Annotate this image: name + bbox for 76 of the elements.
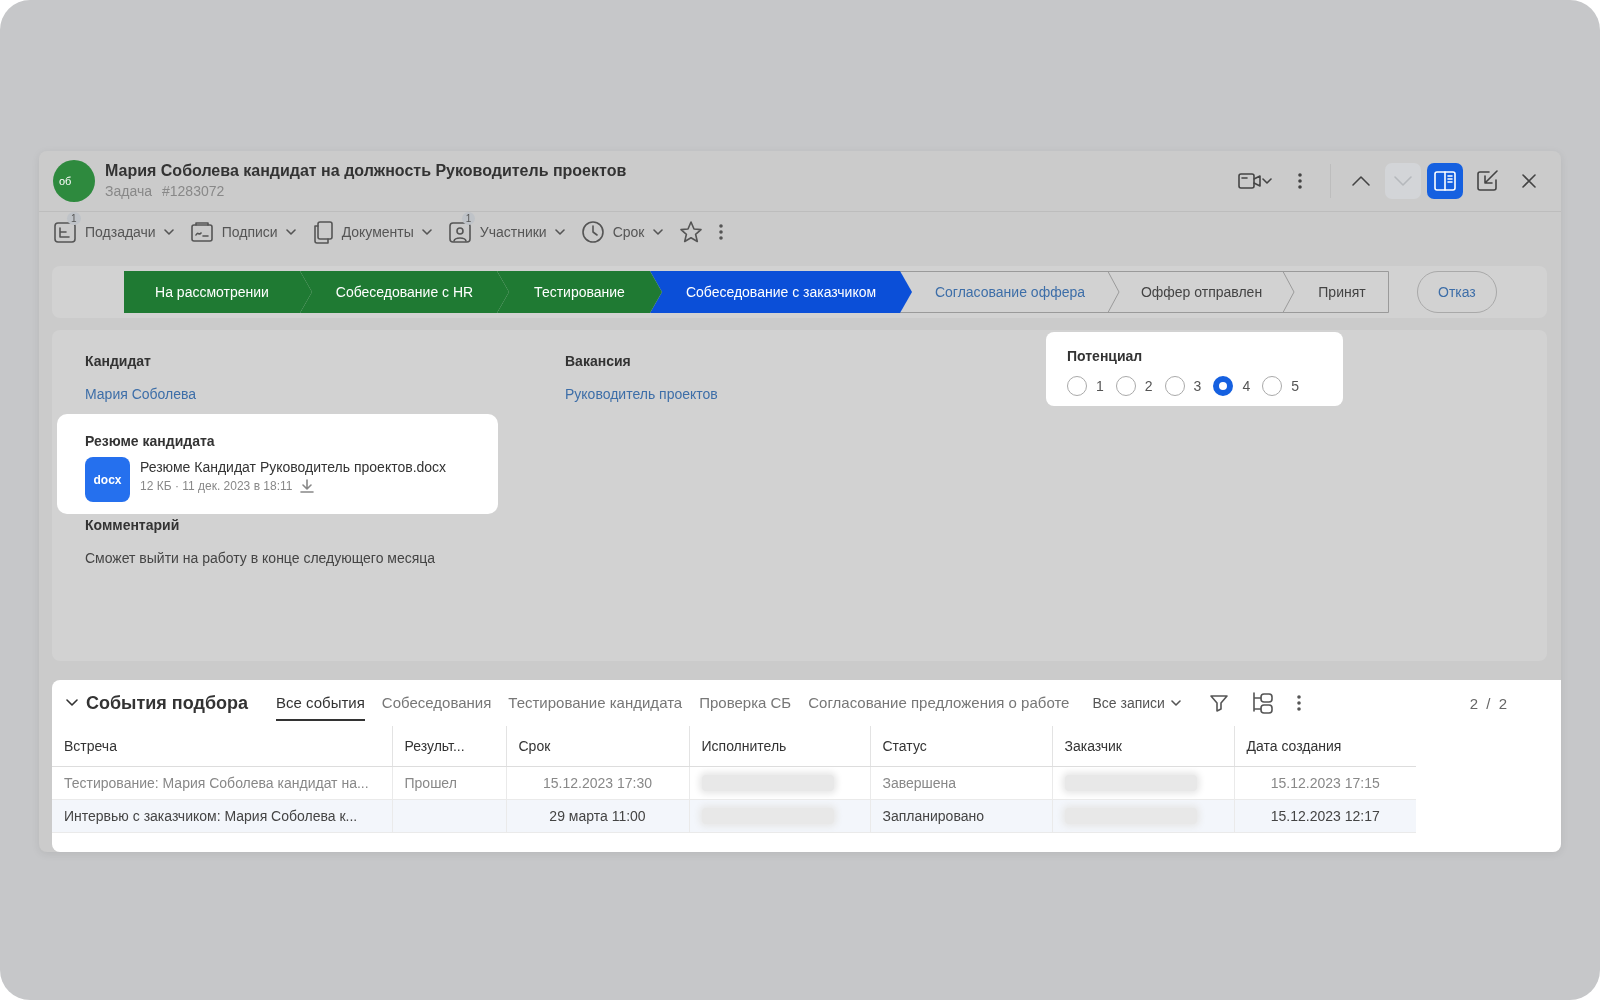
deadline-menu-button[interactable]: Срок [580, 212, 663, 244]
stage-step[interactable]: Оффер отправлен [1108, 271, 1283, 313]
stage-step[interactable]: Согласование оффера [900, 271, 1108, 313]
table-cell: 15.12.2023 17:15 [1234, 766, 1416, 800]
side-panel-icon [1433, 170, 1457, 192]
column-header[interactable]: Исполнитель [689, 726, 870, 767]
participants-menu-button[interactable]: 1 Участники [447, 212, 565, 244]
more-icon [718, 223, 723, 241]
count-badge: 1 [67, 212, 81, 225]
tab[interactable]: Проверка СБ [699, 685, 792, 721]
filter-button[interactable] [1208, 693, 1229, 713]
caret-icon [1262, 178, 1272, 184]
caret-icon [421, 229, 432, 235]
more-icon [1298, 172, 1302, 190]
subtasks-icon [53, 220, 77, 244]
chevron-up-icon [1351, 175, 1371, 187]
stage-step[interactable]: Принят [1283, 271, 1389, 313]
star-icon [678, 220, 703, 244]
caret-icon [285, 229, 296, 235]
column-header[interactable]: Встреча [52, 726, 392, 767]
field-label: Вакансия [565, 352, 632, 371]
signature-icon [189, 220, 214, 244]
vacancy-link[interactable]: Руководитель проектов [565, 384, 1046, 404]
file-type-icon: docx [85, 457, 130, 502]
task-type: Задача [105, 182, 152, 201]
table-cell: Тестирование: Мария Соболева кандидат на... [52, 766, 392, 800]
side-panel-button[interactable] [1427, 163, 1463, 199]
documents-menu-button[interactable]: Документы [311, 212, 432, 244]
record-counter: 2 / 2 [1469, 694, 1507, 712]
file-meta: 12 КБ · 11 дек. 2023 в 18:11 [140, 478, 293, 495]
task-number: #1283072 [162, 182, 225, 201]
clock-icon [580, 220, 605, 244]
column-header[interactable]: Заказчик [1052, 726, 1234, 767]
table-cell: 15.12.2023 12:17 [1234, 799, 1416, 833]
arrow-down-left-icon [1476, 170, 1498, 192]
caret-icon [652, 229, 663, 235]
column-header[interactable]: Статус [870, 726, 1052, 767]
caret-icon [163, 229, 174, 235]
table-cell: Интервью с заказчиком: Мария Соболева к... [52, 799, 392, 833]
tab[interactable]: Собеседования [381, 685, 492, 721]
comment-text: Сможет выйти на работу в конце следующего месяца [85, 549, 437, 568]
file-name[interactable]: Резюме Кандидат Руководитель проектов.docx [140, 457, 447, 477]
close-icon [1521, 173, 1537, 189]
field-label: Комментарий [85, 516, 181, 535]
tab[interactable]: Все события [276, 685, 365, 721]
download-icon[interactable] [300, 479, 315, 493]
caret-icon [554, 229, 565, 235]
section-toggle[interactable]: События подбора [66, 692, 249, 714]
table-cell: Прошел [392, 766, 506, 800]
caret-icon [1170, 700, 1181, 706]
table-cell: 29 марта 11:00 [506, 799, 689, 833]
count-badge: 1 [461, 212, 476, 225]
field-label: Кандидат [85, 352, 152, 371]
participants-icon [447, 220, 472, 244]
candidate-link[interactable]: Мария Соболева [85, 384, 565, 404]
table-cell: Запланировано [870, 799, 1052, 833]
window-title: Мария Соболева кандидат на должность Руководитель проектов [105, 161, 628, 181]
field-label: Резюме кандидата [85, 432, 216, 451]
records-dropdown[interactable]: Все записи [1092, 695, 1181, 711]
chevron-down-icon [66, 699, 78, 707]
video-camera-icon [1238, 172, 1262, 190]
column-header[interactable]: Результ... [392, 726, 506, 767]
column-header[interactable]: Срок [506, 726, 689, 767]
more-button[interactable] [1296, 694, 1301, 712]
chevron-down-icon [1393, 175, 1413, 187]
table-cell: Завершена [870, 766, 1052, 800]
avatar: об [53, 160, 95, 202]
tree-view-button[interactable] [1250, 691, 1275, 715]
tab[interactable]: Тестирование кандидата [508, 685, 683, 721]
signatures-menu-button[interactable]: Подписи [189, 212, 296, 244]
table-cell: 15.12.2023 17:30 [506, 766, 689, 800]
column-header[interactable]: Дата создания [1234, 726, 1416, 767]
documents-icon [311, 220, 334, 244]
tab[interactable]: Согласование предложения о работе [808, 685, 1070, 721]
field-label: Потенциал [1067, 347, 1144, 366]
subtasks-menu-button[interactable]: 1 Подзадачи [53, 212, 174, 244]
